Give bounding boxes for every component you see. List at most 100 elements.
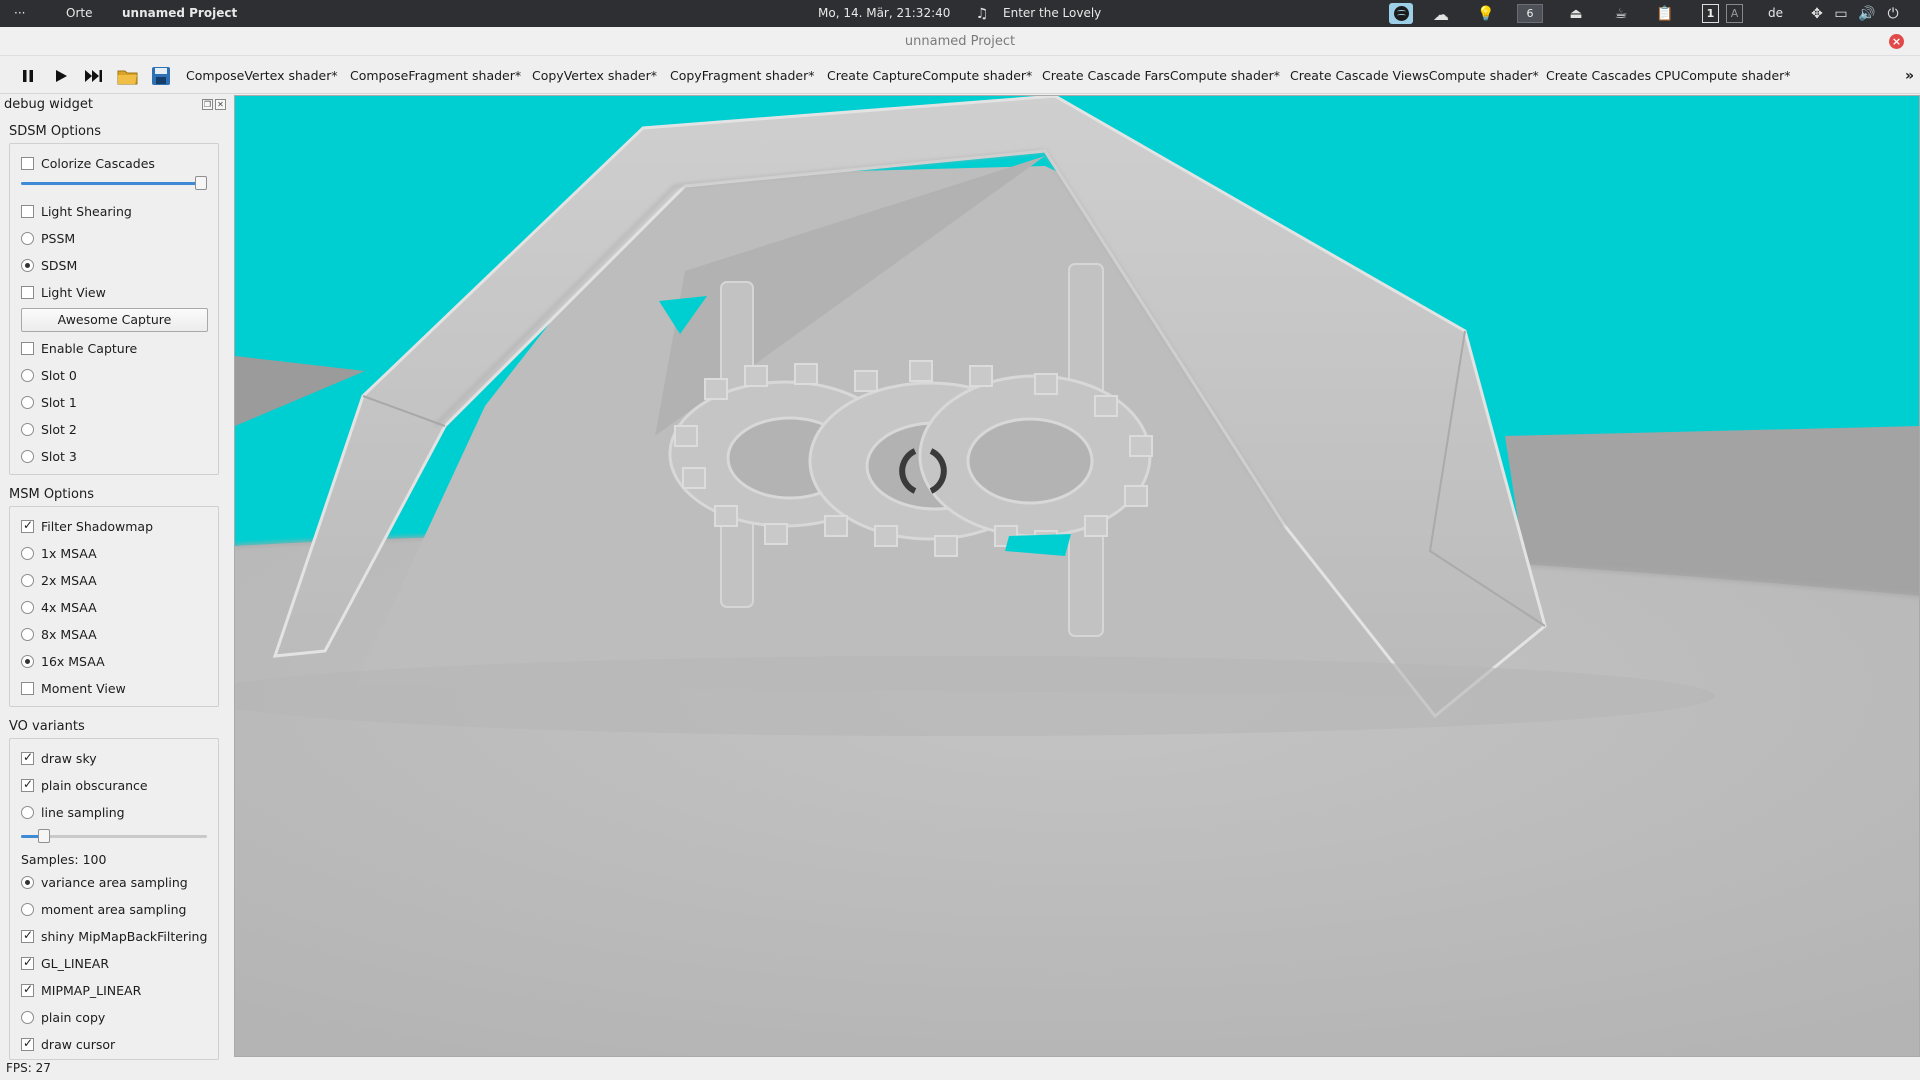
tab-create-cascade-fars[interactable]: Create Cascade FarsCompute shader* bbox=[1042, 56, 1280, 94]
tab-create-cascade-views[interactable]: Create Cascade ViewsCompute shader* bbox=[1290, 56, 1539, 94]
clipboard-icon[interactable]: 📋 bbox=[1656, 5, 1674, 23]
light-view-checkbox[interactable]: Light View bbox=[21, 283, 106, 301]
checkbox-box bbox=[21, 285, 34, 299]
play-button[interactable] bbox=[50, 65, 72, 87]
checkbox-label: Colorize Cascades bbox=[41, 155, 155, 171]
workspace-indicator-b[interactable]: A bbox=[1726, 4, 1743, 23]
step-forward-button[interactable] bbox=[83, 65, 105, 87]
checkbox-box bbox=[21, 750, 34, 765]
checkbox-box bbox=[21, 518, 34, 533]
tab-create-cascades-cpu[interactable]: Create Cascades CPUCompute shader* bbox=[1546, 56, 1791, 94]
checkbox-label: Enable Capture bbox=[41, 340, 138, 356]
activities-menu-button[interactable]: ··· bbox=[14, 0, 25, 27]
draw-cursor-checkbox[interactable]: draw cursor bbox=[21, 1035, 115, 1053]
radio-label: Slot 2 bbox=[41, 421, 77, 437]
radio-label: Slot 3 bbox=[41, 448, 77, 464]
variance-area-sampling-radio[interactable]: variance area sampling bbox=[21, 873, 188, 891]
msaa-8x-radio[interactable]: 8x MSAA bbox=[21, 625, 97, 643]
spotify-icon[interactable] bbox=[1389, 3, 1413, 24]
tab-compose-fragment[interactable]: ComposeFragment shader* bbox=[350, 56, 521, 94]
now-playing-title[interactable]: Enter the Lovely bbox=[1003, 0, 1101, 27]
fps-counter: FPS: 27 bbox=[6, 1061, 51, 1075]
lightbulb-icon[interactable]: 💡 bbox=[1477, 5, 1495, 23]
draw-sky-checkbox[interactable]: draw sky bbox=[21, 749, 97, 767]
radio-label: plain copy bbox=[41, 1009, 106, 1025]
vo-group-title: VO variants bbox=[9, 719, 85, 734]
save-disk-icon bbox=[152, 67, 170, 85]
eject-icon[interactable]: ⏏ bbox=[1567, 5, 1585, 23]
radio-label: 8x MSAA bbox=[41, 626, 97, 642]
clock[interactable]: Mo, 14. Mär, 21:32:40 bbox=[818, 0, 950, 27]
gl-linear-checkbox[interactable]: GL_LINEAR bbox=[21, 954, 109, 972]
checkbox-box bbox=[21, 204, 34, 218]
light-shearing-checkbox[interactable]: Light Shearing bbox=[21, 202, 132, 220]
open-folder-button[interactable] bbox=[117, 65, 139, 87]
dock-title: debug widget bbox=[4, 97, 93, 112]
checkbox-label: draw cursor bbox=[41, 1036, 116, 1052]
workspace-indicator-a[interactable]: 1 bbox=[1702, 4, 1719, 23]
active-window-label[interactable]: unnamed Project bbox=[122, 0, 237, 27]
checkbox-label: GL_LINEAR bbox=[41, 955, 110, 971]
debug-widget-dock: debug widget ❐ ✕ SDSM Options Colorize C… bbox=[0, 95, 232, 1065]
dock-float-button[interactable]: ❐ bbox=[202, 99, 213, 110]
moment-view-checkbox[interactable]: Moment View bbox=[21, 679, 126, 697]
radio-circle bbox=[21, 368, 34, 382]
toolbar-overflow-button[interactable]: » bbox=[1905, 56, 1914, 96]
slider-handle[interactable] bbox=[38, 829, 50, 843]
render-viewport[interactable] bbox=[234, 95, 1920, 1057]
pause-icon bbox=[23, 70, 33, 82]
filter-shadowmap-checkbox[interactable]: Filter Shadowmap bbox=[21, 517, 153, 535]
pssm-radio[interactable]: PSSM bbox=[21, 229, 75, 247]
close-window-button[interactable]: × bbox=[1889, 34, 1904, 49]
tab-copy-fragment[interactable]: CopyFragment shader* bbox=[670, 56, 815, 94]
slot-2-radio[interactable]: Slot 2 bbox=[21, 420, 77, 438]
checkbox-box bbox=[21, 1036, 34, 1051]
radio-label: PSSM bbox=[41, 230, 76, 246]
dock-close-button[interactable]: ✕ bbox=[215, 99, 226, 110]
power-icon[interactable]: ⏻ bbox=[1884, 5, 1902, 23]
msaa-16x-radio[interactable]: 16x MSAA bbox=[21, 652, 105, 670]
awesome-capture-button[interactable]: Awesome Capture bbox=[21, 308, 208, 332]
radio-label: moment area sampling bbox=[41, 901, 187, 917]
window-title: unnamed Project bbox=[904, 34, 1016, 49]
samples-slider[interactable] bbox=[21, 829, 207, 843]
msaa-4x-radio[interactable]: 4x MSAA bbox=[21, 598, 97, 616]
sdsm-radio[interactable]: SDSM bbox=[21, 256, 77, 274]
workspace-badge[interactable]: 6 bbox=[1517, 4, 1543, 23]
radio-label: SDSM bbox=[41, 257, 78, 273]
mipmap-linear-checkbox[interactable]: MIPMAP_LINEAR bbox=[21, 981, 141, 999]
slot-1-radio[interactable]: Slot 1 bbox=[21, 393, 77, 411]
moment-area-sampling-radio[interactable]: moment area sampling bbox=[21, 900, 186, 918]
line-sampling-radio[interactable]: line sampling bbox=[21, 803, 125, 821]
radio-circle bbox=[21, 449, 34, 463]
weather-cloud-icon[interactable]: ☁ bbox=[1432, 5, 1450, 24]
tab-create-capture[interactable]: Create CaptureCompute shader* bbox=[827, 56, 1032, 94]
display-icon[interactable]: ▭ bbox=[1832, 5, 1850, 23]
volume-icon[interactable]: 🔊 bbox=[1858, 5, 1876, 23]
plain-obscurance-checkbox[interactable]: plain obscurance bbox=[21, 776, 148, 794]
shiny-mipmap-checkbox[interactable]: shiny MipMapBackFiltering bbox=[21, 927, 207, 945]
slot-3-radio[interactable]: Slot 3 bbox=[21, 447, 77, 465]
msaa-1x-radio[interactable]: 1x MSAA bbox=[21, 544, 97, 562]
plain-copy-radio[interactable]: plain copy bbox=[21, 1008, 105, 1026]
radio-circle bbox=[21, 805, 34, 819]
enable-capture-checkbox[interactable]: Enable Capture bbox=[21, 339, 137, 357]
colorize-cascades-checkbox[interactable]: Colorize Cascades bbox=[21, 154, 155, 172]
save-button[interactable] bbox=[150, 65, 172, 87]
slider-handle[interactable] bbox=[195, 176, 207, 190]
keyboard-layout[interactable]: de bbox=[1768, 0, 1783, 27]
cascade-slider[interactable] bbox=[21, 176, 207, 190]
msaa-2x-radio[interactable]: 2x MSAA bbox=[21, 571, 97, 589]
radio-circle bbox=[21, 258, 34, 272]
coffee-icon[interactable]: ☕ bbox=[1612, 5, 1630, 23]
tab-copy-vertex[interactable]: CopyVertex shader* bbox=[532, 56, 657, 94]
dock-controls: ❐ ✕ bbox=[202, 99, 226, 110]
pause-button[interactable] bbox=[17, 65, 39, 87]
network-icon[interactable]: ✥ bbox=[1808, 5, 1826, 23]
checkbox-box bbox=[21, 681, 34, 695]
tab-compose-vertex[interactable]: ComposeVertex shader* bbox=[186, 56, 338, 94]
samples-label: Samples: 100 bbox=[21, 852, 107, 867]
places-menu[interactable]: Orte bbox=[66, 0, 92, 27]
slot-0-radio[interactable]: Slot 0 bbox=[21, 366, 77, 384]
radio-label: Slot 0 bbox=[41, 367, 77, 383]
